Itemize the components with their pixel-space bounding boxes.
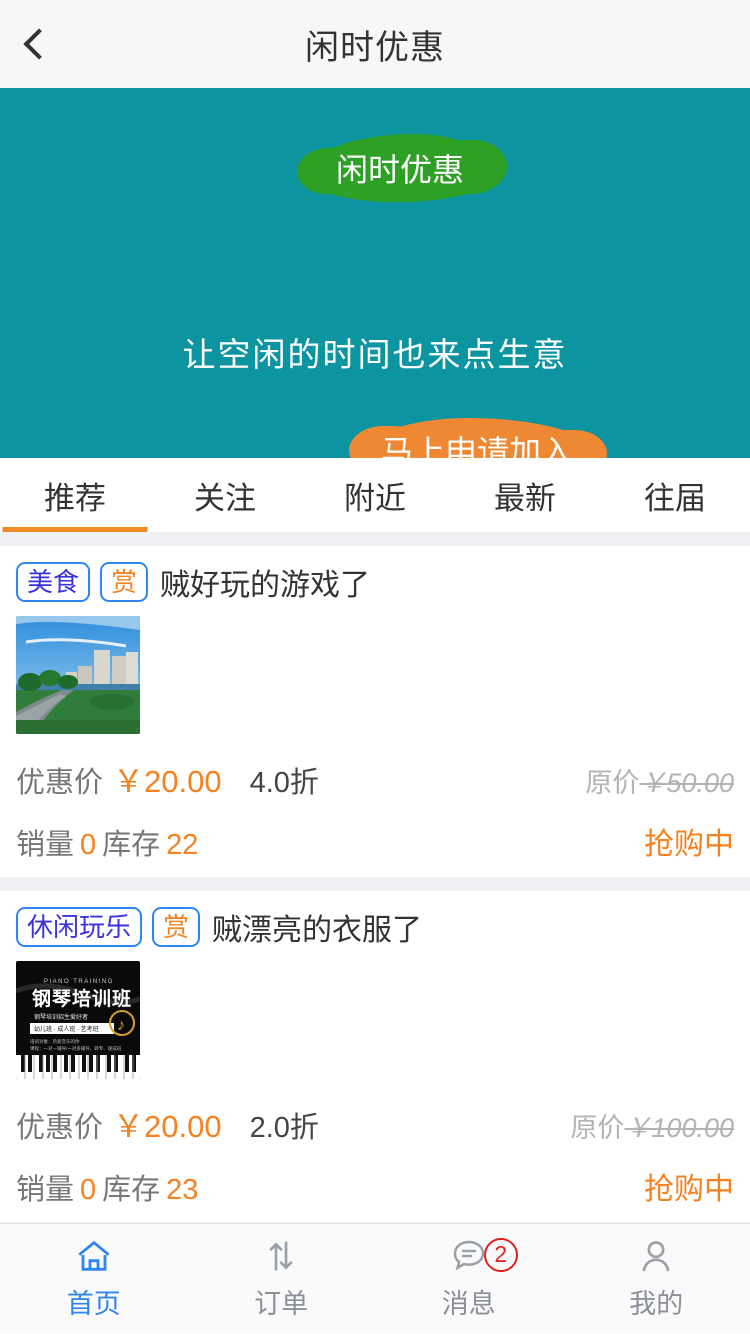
page-header: 闲时优惠	[0, 0, 750, 88]
tabs-divider	[0, 532, 750, 546]
promo-banner: 闲时优惠 让空闲的时间也来点生意 马上申请加入	[0, 88, 750, 458]
nav-item-messages[interactable]: 2 消息	[375, 1224, 563, 1334]
category-tag: 美食	[16, 562, 90, 603]
tab-label: 附近	[344, 473, 406, 518]
svg-text:幼儿班 · 成人班 · 艺考班: 幼儿班 · 成人班 · 艺考班	[34, 1025, 99, 1033]
banner-badge-label: 闲时优惠	[336, 145, 464, 191]
sales-label: 销量	[16, 1166, 74, 1208]
banner-badge: 闲时优惠	[305, 134, 495, 202]
nav-label-home: 首页	[67, 1282, 121, 1321]
list-divider	[0, 877, 750, 891]
home-icon	[74, 1236, 114, 1276]
apply-now-button[interactable]: 马上申请加入	[363, 418, 591, 458]
sales-label: 销量	[16, 821, 74, 863]
chat-bubble-icon	[449, 1236, 489, 1276]
sales-count: 0	[80, 829, 96, 862]
tab-nearby[interactable]: 附近	[300, 458, 450, 532]
riverside-city-photo	[16, 616, 140, 734]
deal-thumbnail[interactable]	[16, 616, 140, 734]
banner-subtitle: 让空闲的时间也来点生意	[0, 328, 750, 376]
reward-tag: 赏	[100, 562, 148, 603]
price-label: 优惠价	[16, 1104, 103, 1146]
reward-tag: 赏	[152, 907, 200, 948]
svg-text:钢琴培训招生爱好者: 钢琴培训招生爱好者	[34, 1013, 88, 1021]
price-label: 优惠价	[16, 759, 103, 801]
nav-item-orders[interactable]: 订单	[188, 1224, 376, 1334]
deal-title: 贼好玩的游戏了	[160, 560, 370, 604]
original-price-group: 原价￥50.00	[585, 761, 734, 800]
status-badge: 抢购中	[644, 1164, 734, 1208]
original-price: ￥50.00	[639, 768, 734, 798]
original-price: ￥100.00	[624, 1113, 734, 1143]
chevron-left-icon	[23, 28, 54, 59]
bottom-navigation: 首页 订单 2 消息 我的	[0, 1223, 750, 1333]
tab-label: 推荐	[44, 473, 106, 518]
discount-rate: 2.0折	[250, 1104, 319, 1146]
tab-label: 往届	[644, 473, 706, 518]
stock-count: 23	[166, 1174, 198, 1207]
category-tabs: 推荐 关注 附近 最新 往届	[0, 458, 750, 532]
svg-text:培训对象：热爱音乐的你: 培训对象：热爱音乐的你	[30, 1038, 80, 1045]
svg-text:PIANO TRAINING: PIANO TRAINING	[44, 979, 114, 985]
price-row: 优惠价 ￥20.00 4.0折 原价￥50.00	[16, 756, 734, 801]
deal-card[interactable]: 美食 赏 贼好玩的游戏了	[0, 546, 750, 877]
deal-title: 贼漂亮的衣服了	[212, 905, 422, 949]
deal-list: 美食 赏 贼好玩的游戏了	[0, 546, 750, 1236]
page-title: 闲时优惠	[0, 20, 750, 69]
tab-follow[interactable]: 关注	[150, 458, 300, 532]
deal-card[interactable]: 休闲玩乐 赏 贼漂亮的衣服了 PIANO TRAINING 钢琴培训班 钢琴培训…	[0, 891, 750, 1222]
tab-recommend[interactable]: 推荐	[0, 458, 150, 532]
tab-past[interactable]: 往届	[600, 458, 750, 532]
piano-training-poster: PIANO TRAINING 钢琴培训班 钢琴培训招生爱好者 幼儿班 · 成人班…	[16, 961, 140, 1079]
deal-card-header: 美食 赏 贼好玩的游戏了	[16, 560, 734, 604]
stats-row: 销量 0 库存 23 抢购中	[16, 1164, 734, 1208]
deal-price: ￥20.00	[113, 1101, 222, 1146]
apply-now-label: 马上申请加入	[381, 427, 573, 458]
stock-label: 库存	[102, 821, 160, 863]
svg-text:♪: ♪	[117, 1017, 125, 1034]
deal-price: ￥20.00	[113, 756, 222, 801]
category-tag: 休闲玩乐	[16, 907, 142, 948]
sales-count: 0	[80, 1174, 96, 1207]
svg-text:课程：一对一辅导/一对多辅导、转专、速成班: 课程：一对一辅导/一对多辅导、转专、速成班	[30, 1045, 122, 1052]
tab-newest[interactable]: 最新	[450, 458, 600, 532]
status-badge: 抢购中	[644, 819, 734, 863]
discount-rate: 4.0折	[250, 759, 319, 801]
stock-label: 库存	[102, 1166, 160, 1208]
nav-item-profile[interactable]: 我的	[563, 1224, 750, 1334]
nav-label-profile: 我的	[629, 1282, 683, 1321]
arrows-updown-icon	[261, 1236, 301, 1276]
message-badge: 2	[484, 1238, 518, 1272]
nav-label-messages: 消息	[442, 1282, 496, 1321]
stock-count: 22	[166, 829, 198, 862]
svg-text:钢琴培训班: 钢琴培训班	[32, 987, 132, 1010]
back-button[interactable]	[0, 0, 70, 88]
nav-item-home[interactable]: 首页	[0, 1224, 188, 1334]
original-price-label: 原价	[570, 1113, 624, 1143]
tab-label: 关注	[194, 473, 256, 518]
stats-row: 销量 0 库存 22 抢购中	[16, 819, 734, 863]
original-price-label: 原价	[585, 768, 639, 798]
original-price-group: 原价￥100.00	[570, 1106, 734, 1145]
nav-label-orders: 订单	[254, 1282, 308, 1321]
price-row: 优惠价 ￥20.00 2.0折 原价￥100.00	[16, 1101, 734, 1146]
deal-card-header: 休闲玩乐 赏 贼漂亮的衣服了	[16, 905, 734, 949]
deal-thumbnail[interactable]: PIANO TRAINING 钢琴培训班 钢琴培训招生爱好者 幼儿班 · 成人班…	[16, 961, 140, 1079]
tab-label: 最新	[494, 473, 556, 518]
person-icon	[636, 1236, 676, 1276]
